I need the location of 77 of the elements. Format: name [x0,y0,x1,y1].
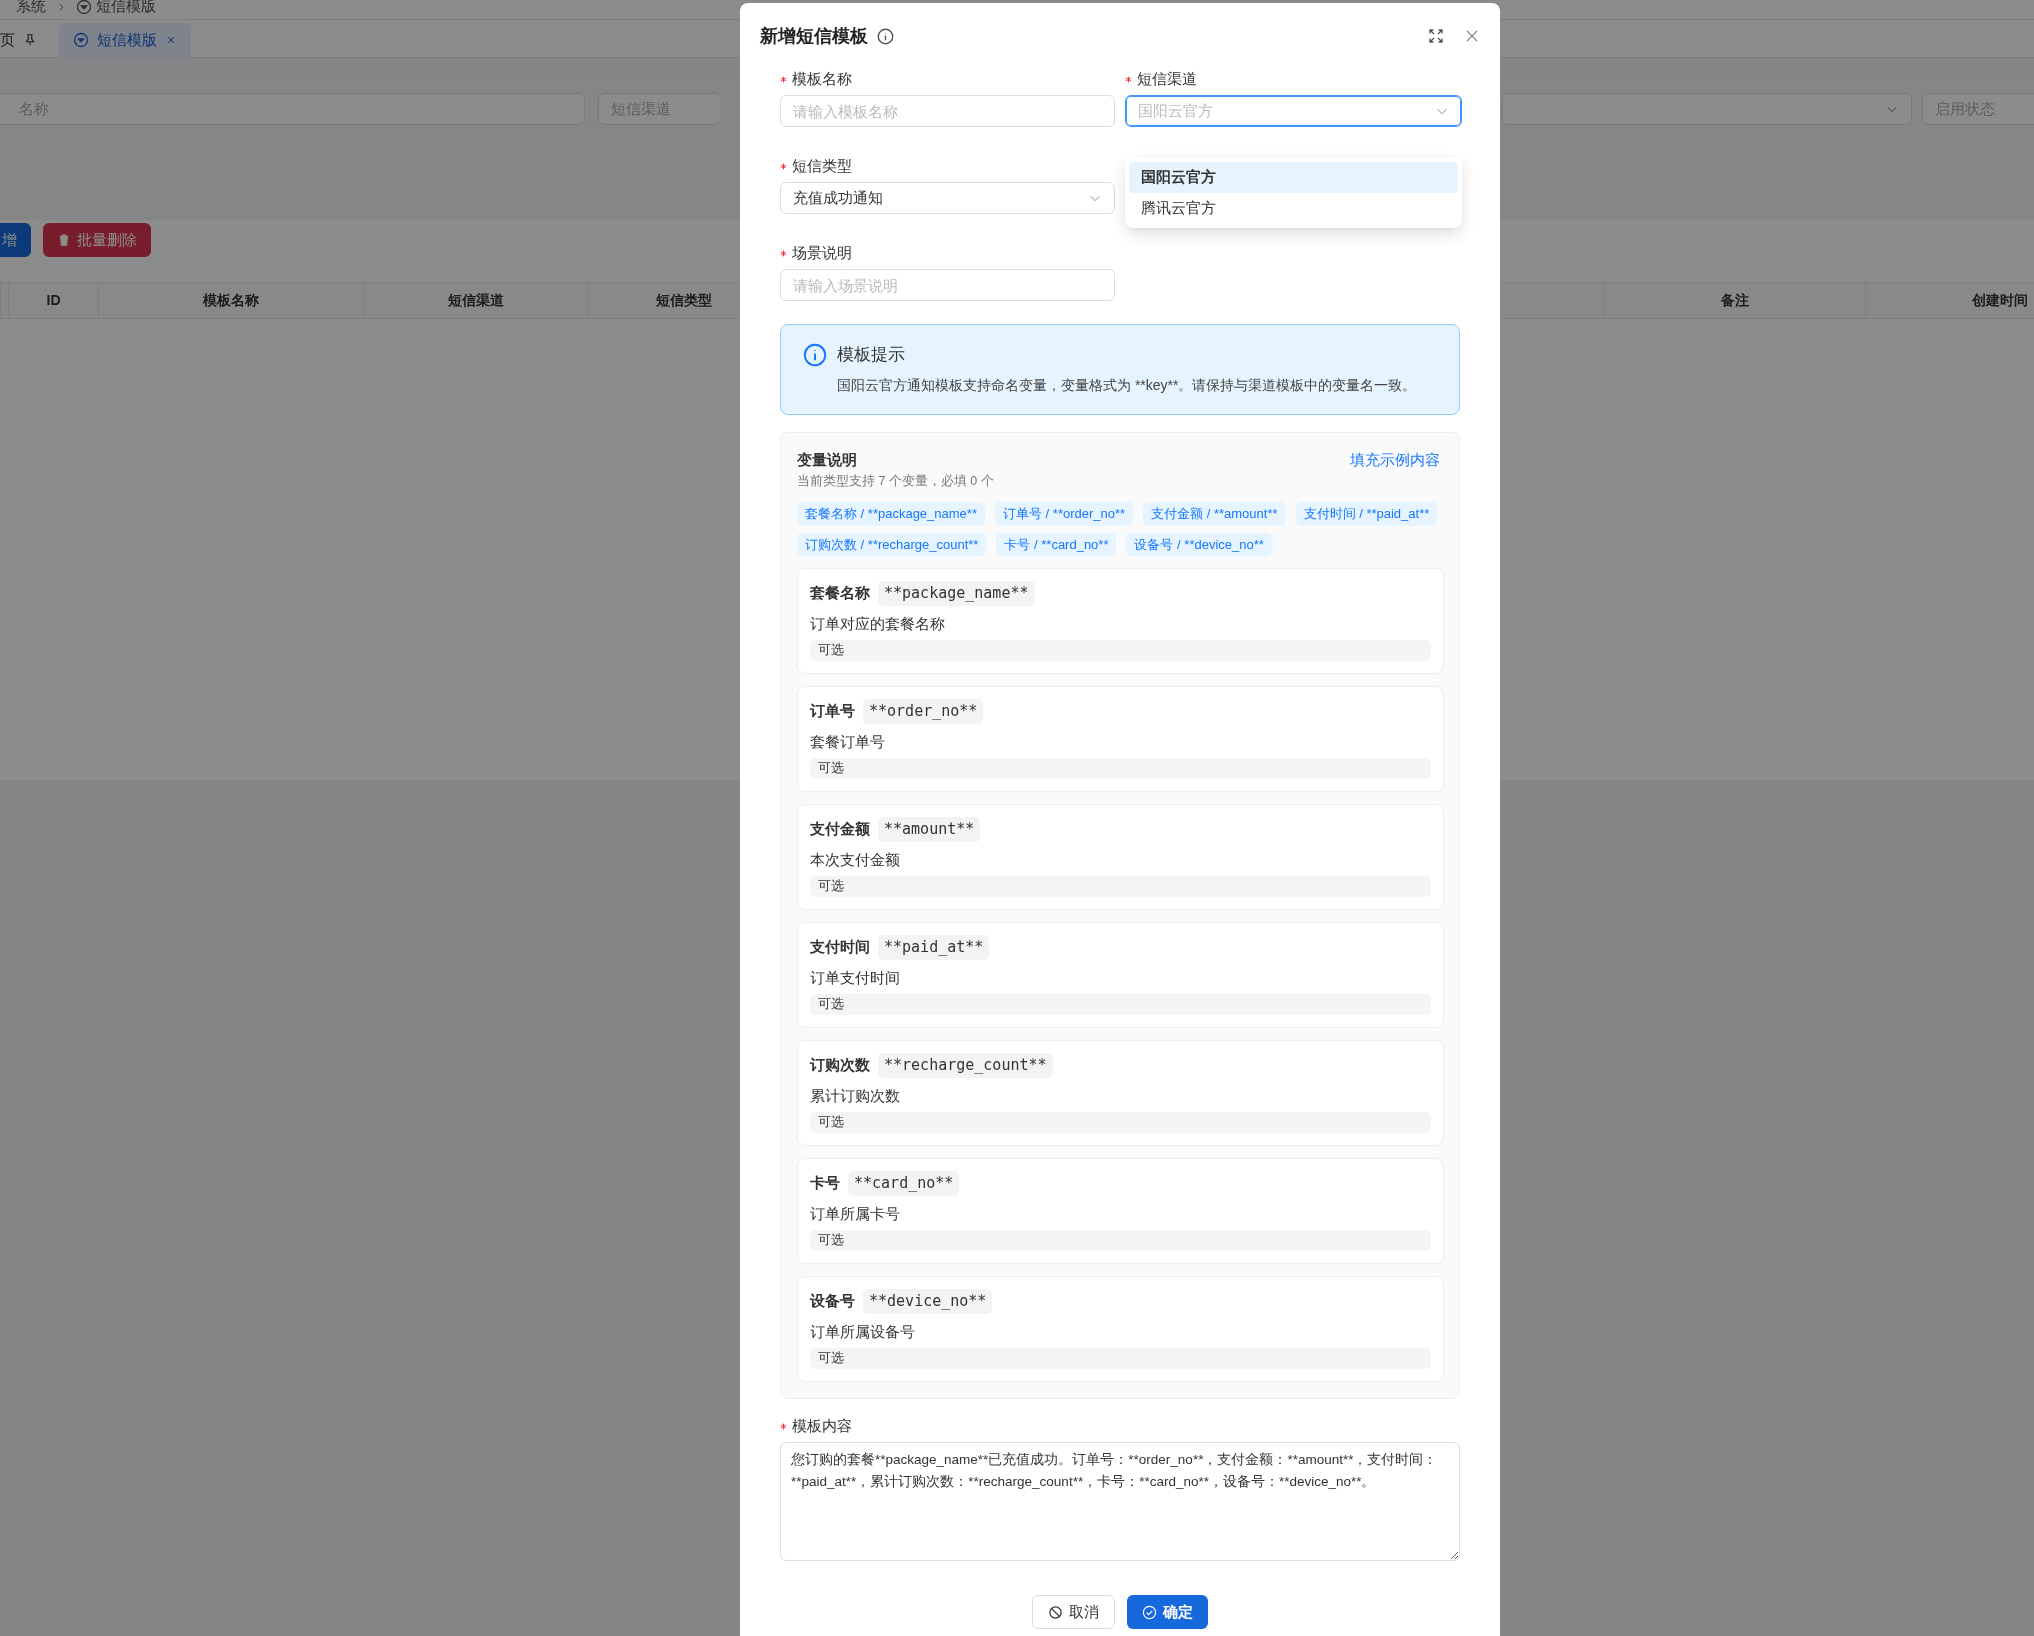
select-field[interactable]: 国阳云官方 [1125,95,1462,127]
chevron-right-icon [56,1,66,12]
input-field[interactable]: 请输入场景说明 [780,269,1115,301]
select-field[interactable] [1502,93,1912,125]
dropdown-option[interactable]: 腾讯云官方 [1129,193,1458,224]
section-subtitle: 当前类型支持 7 个变量，必填 0 个 [797,472,994,490]
variable-key: **order_no** [863,699,984,724]
variable-key: **recharge_count** [878,1053,1053,1078]
variable-tag[interactable]: 卡号 / **card_no** [996,532,1117,557]
field-label: 场景说明 [792,243,852,263]
dialog-title: 新增短信模板 [760,24,868,48]
alert-text: 国阳云官方通知模板支持命名变量，变量格式为 **key**。请保持与渠道模板中的变量名一致。 [837,376,1417,395]
variable-name: 套餐名称 [810,583,870,604]
variable-tag[interactable]: 订单号 / **order_no** [995,502,1134,526]
info-icon [877,27,894,45]
variable-key: **package_name** [878,581,1035,606]
variable-name: 设备号 [810,1291,855,1312]
page-tab[interactable]: 短信模版 [59,23,191,57]
requirement-label: 可选 [810,640,1431,661]
pin-icon[interactable] [23,33,37,47]
check-circle-icon [1142,1604,1157,1620]
field-label: 短信渠道 [1137,69,1197,89]
dropdown-option[interactable]: 国阳云官方 [1129,162,1458,193]
variable-key: **device_no** [863,1289,993,1314]
variable-description: 本次支付金额 [810,849,901,870]
alert-title: 模板提示 [837,344,906,366]
column-header: ID [46,291,61,310]
requirement-label: 可选 [810,1112,1431,1133]
variable-name: 卡号 [810,1173,840,1194]
info-icon [803,343,827,367]
field-label: 短信类型 [792,156,852,176]
batch-delete-button[interactable]: 批量删除 [43,223,151,257]
fill-example-link[interactable]: 填充示例内容 [1350,449,1440,472]
variable-description: 订单对应的套餐名称 [810,613,946,634]
variable-tag[interactable]: 支付时间 / **paid_at** [1295,502,1438,526]
requirement-label: 可选 [810,1348,1431,1369]
column-header: 短信渠道 [448,291,504,310]
variable-tag[interactable]: 订购次数 / **recharge_count** [797,532,987,557]
confirm-button[interactable]: 确定 [1127,1595,1208,1630]
variable-name: 支付金额 [810,819,870,840]
caret-circle-icon [73,32,89,48]
trash-icon [57,233,71,247]
page-tab[interactable]: 页 [0,23,51,57]
variable-description: 累计订购次数 [810,1085,901,1106]
close-icon[interactable] [1464,28,1480,44]
variable-description: 订单支付时间 [810,967,901,988]
ban-icon [1048,1604,1063,1620]
variable-tag[interactable]: 套餐名称 / **package_name** [797,502,985,526]
input-field[interactable]: 请输入模板名称 [780,95,1115,127]
column-header: 创建时间 [1972,291,2028,310]
close-icon[interactable] [165,34,177,46]
column-header: 短信类型 [655,291,712,310]
cancel-button[interactable]: 取消 [1032,1595,1115,1630]
content-textarea[interactable]: 您订购的套餐**package_name**已充值成功。订单号：**order_no**，支付金额：**amount**，支付时间：**paid_at**，累计订购次数：**recharge_count**，卡号：**card_no**，设备号：**device_no**。 [780,1442,1460,1562]
variable-description: 套餐订单号 [810,731,886,752]
variable-name: 订单号 [810,701,855,722]
variable-key: **card_no** [848,1171,960,1196]
column-header: 备注 [1720,291,1749,310]
column-header: 模板名称 [203,291,259,310]
field-label: 模板名称 [792,69,852,89]
variable-tag[interactable]: 支付金额 / **amount** [1143,502,1286,526]
add-button[interactable]: 增 [0,223,31,257]
variable-key: **amount** [878,817,981,842]
variable-name: 订购次数 [810,1055,870,1076]
variable-description: 订单所属设备号 [810,1321,916,1342]
variable-key: **paid_at** [878,935,990,960]
requirement-label: 可选 [810,994,1431,1015]
field-label: 模板内容 [792,1416,852,1437]
section-title: 变量说明 [797,450,858,470]
requirement-label: 可选 [810,758,1431,779]
variable-tag[interactable]: 设备号 / **device_no** [1126,532,1272,557]
variable-name: 支付时间 [810,937,870,958]
requirement-label: 可选 [810,1230,1431,1251]
requirement-label: 可选 [810,876,1431,897]
variable-description: 订单所属卡号 [810,1203,901,1224]
fullscreen-icon[interactable] [1428,28,1444,44]
select-field[interactable]: 充值成功通知 [780,182,1115,214]
